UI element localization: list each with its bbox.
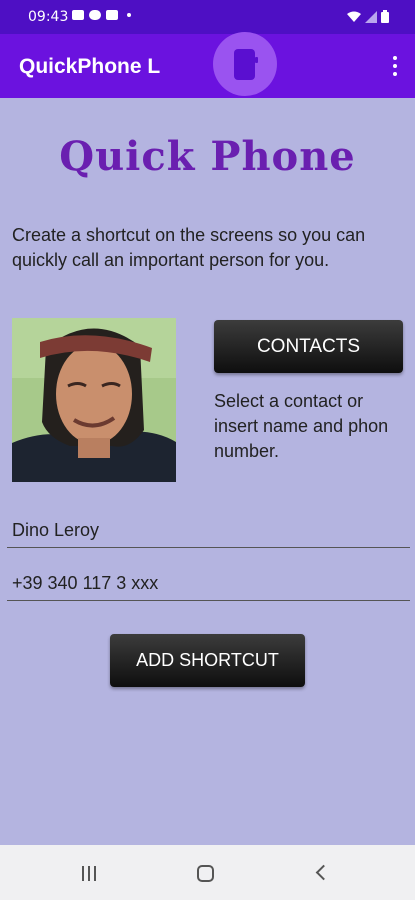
cloud-icon — [89, 10, 101, 20]
name-field[interactable]: Dino Leroy — [7, 510, 410, 548]
contact-photo-image — [12, 318, 176, 482]
battery-icon — [381, 10, 389, 23]
wifi-icon — [347, 11, 361, 22]
status-system-icons — [347, 10, 389, 23]
navigation-bar — [0, 845, 415, 900]
app-bar: QuickPhone L — [0, 34, 415, 98]
phone-field[interactable]: +39 340 117 3 xxx — [7, 563, 410, 601]
add-shortcut-button[interactable]: ADD SHORTCUT — [110, 634, 305, 687]
youtube-icon — [106, 10, 118, 20]
hint-text: Select a contact or insert name and phon… — [214, 391, 389, 461]
status-bar: 09:43 — [0, 0, 415, 34]
contact-photo[interactable] — [12, 318, 176, 482]
signal-icon — [365, 10, 377, 23]
dot-icon — [127, 13, 131, 17]
recents-icon[interactable] — [82, 866, 96, 881]
status-time: 09:43 — [28, 9, 69, 25]
phone-field-value: +39 340 117 3 xxx — [12, 573, 159, 593]
name-field-value: Dino Leroy — [12, 520, 100, 540]
status-notification-icons — [72, 10, 131, 20]
back-icon[interactable] — [315, 864, 332, 881]
app-title: QuickPhone L — [19, 55, 161, 78]
page-title: Quick Phone — [59, 133, 356, 180]
phone-icon — [234, 49, 258, 80]
phone-icon-button[interactable] — [213, 32, 277, 96]
image-icon — [72, 10, 84, 20]
home-icon[interactable] — [197, 865, 214, 882]
more-vert-icon[interactable] — [387, 53, 403, 79]
contacts-button[interactable]: CONTACTS — [214, 320, 403, 373]
description-text: Create a shortcut on the screens so you … — [12, 225, 366, 270]
